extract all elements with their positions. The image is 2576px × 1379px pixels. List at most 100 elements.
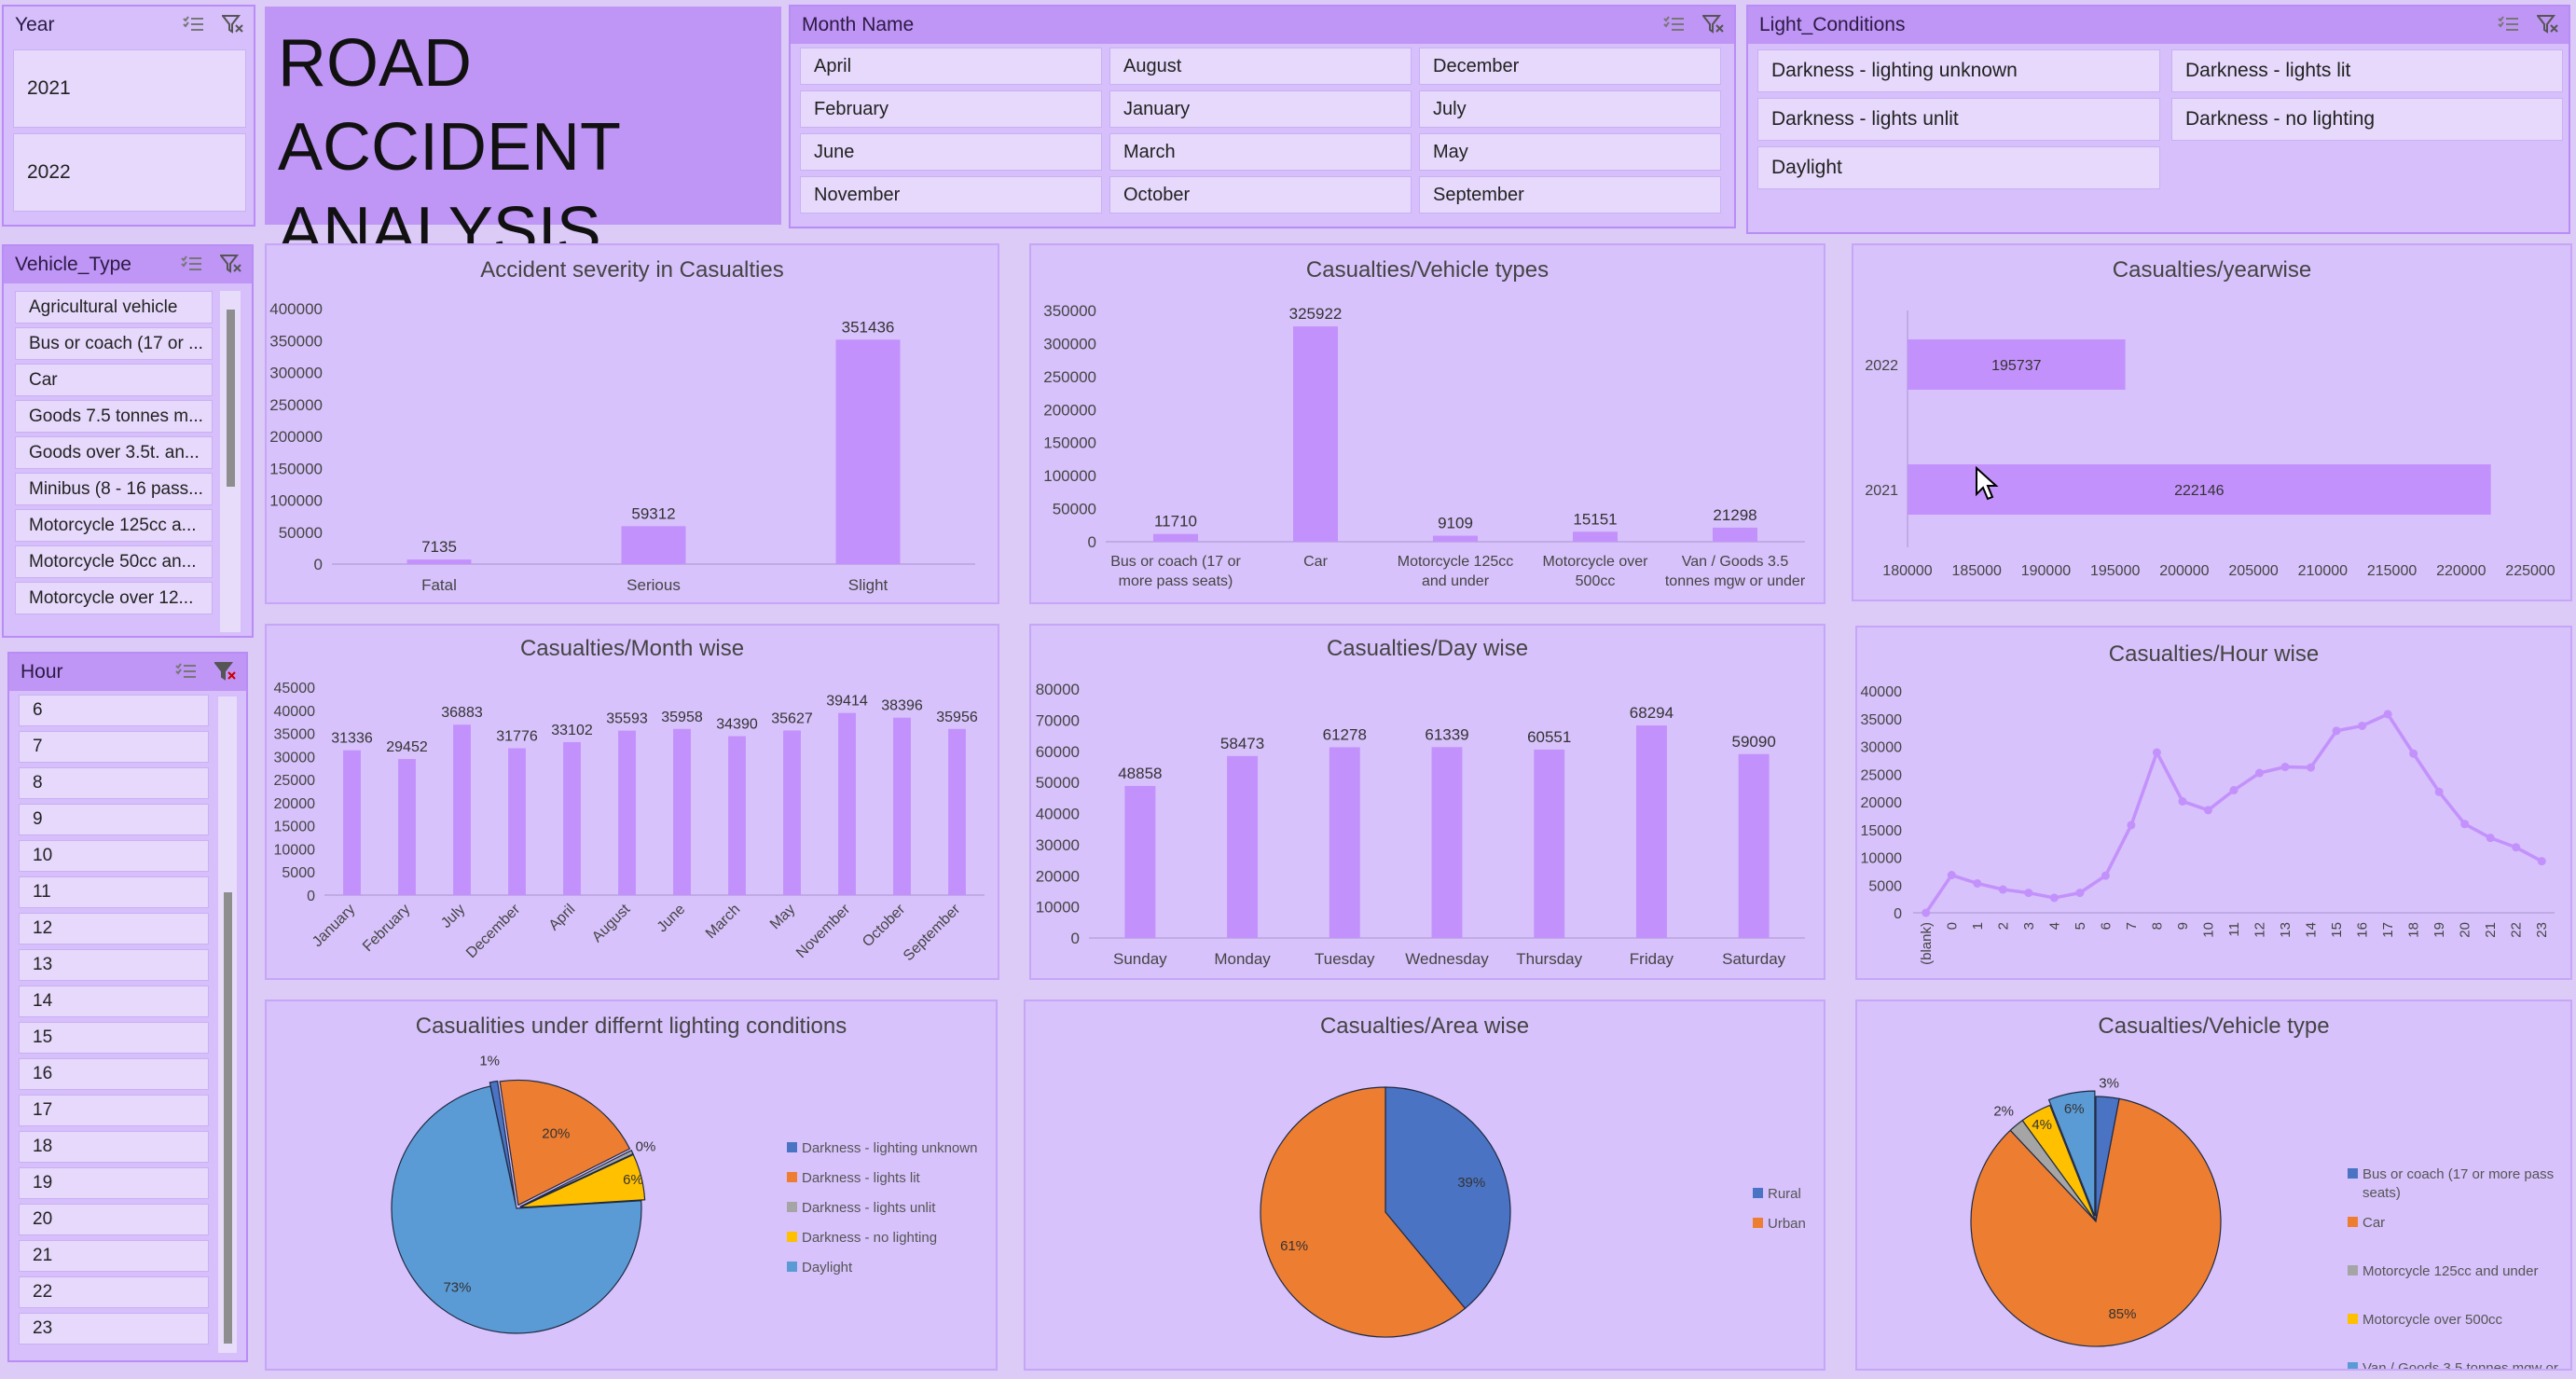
data-label: 31776 <box>496 729 538 745</box>
vehicle-item-7[interactable]: Motorcycle 50cc an... <box>15 545 213 578</box>
multi-select-icon[interactable] <box>181 254 203 274</box>
bar-fatal <box>406 559 472 564</box>
point-hour-16 <box>2358 721 2367 730</box>
hour-item-13[interactable]: 13 <box>19 949 209 981</box>
clear-filter-icon[interactable] <box>218 254 242 274</box>
year-item-2021[interactable]: 2021 <box>13 49 246 128</box>
point-hour-8 <box>2152 748 2161 757</box>
clear-filter-icon[interactable] <box>1701 14 1725 34</box>
chart-vehicle-types-panel: Casualties/Vehicle types 350000 300000 2500… <box>1029 243 1825 604</box>
month-item-june[interactable]: June <box>800 133 1102 171</box>
hour-item-20[interactable]: 20 <box>19 1204 209 1235</box>
vehicle-item-5[interactable]: Minibus (8 - 16 pass... <box>15 473 213 505</box>
month-item-december[interactable]: December <box>1419 48 1721 85</box>
light-conditions-slicer[interactable]: Light_Conditions Darkness - lighting unk… <box>1746 5 2570 234</box>
vehicle-item-2[interactable]: Car <box>15 364 213 396</box>
hour-item-14[interactable]: 14 <box>19 986 209 1017</box>
vehicle-item-1[interactable]: Bus or coach (17 or ... <box>15 327 213 360</box>
clear-filter-icon[interactable] <box>220 14 244 34</box>
hour-item-22[interactable]: 22 <box>19 1276 209 1308</box>
month-item-january[interactable]: January <box>1109 90 1412 128</box>
point-hour-2 <box>1998 885 2007 894</box>
x-tick-label: Sunday <box>1113 950 1167 968</box>
year-slicer[interactable]: Year 2021 2022 <box>2 5 255 227</box>
y-tick-label: 0 <box>314 556 323 573</box>
vehicle-item-3[interactable]: Goods 7.5 tonnes m... <box>15 400 213 433</box>
month-slicer-title: Month Name <box>802 14 915 35</box>
hour-item-6[interactable]: 6 <box>19 695 209 726</box>
hour-item-19[interactable]: 19 <box>19 1167 209 1199</box>
hour-item-12[interactable]: 12 <box>19 913 209 945</box>
vehicle-item-8[interactable]: Motorcycle over 12... <box>15 582 213 614</box>
x-tick-label: 22 <box>2509 922 2525 938</box>
month-item-may[interactable]: May <box>1419 133 1721 171</box>
month-item-july[interactable]: July <box>1419 90 1721 128</box>
y-tick-label: 30000 <box>1036 836 1080 854</box>
vehicle-slicer-scroll-thumb[interactable] <box>227 310 235 487</box>
month-item-february[interactable]: February <box>800 90 1102 128</box>
hour-item-10[interactable]: 10 <box>19 840 209 872</box>
data-label: 7135 <box>421 538 457 556</box>
y-tick-label: 25000 <box>1861 767 1903 783</box>
hour-item-21[interactable]: 21 <box>19 1240 209 1272</box>
x-tick-label: Car <box>1303 554 1328 570</box>
data-label: 0% <box>636 1139 656 1155</box>
x-tick-label: 215000 <box>2367 563 2417 579</box>
multi-select-icon[interactable] <box>1663 14 1686 34</box>
month-item-september[interactable]: September <box>1419 176 1721 214</box>
hour-slicer-scroll-thumb[interactable] <box>224 892 232 1344</box>
multi-select-icon[interactable] <box>183 14 205 34</box>
bar-december <box>508 748 526 895</box>
hour-item-8[interactable]: 8 <box>19 767 209 799</box>
bar-april <box>563 741 581 895</box>
chart-yearwise-panel: Casualties/yearwise 180000 185000 190000 195… <box>1852 243 2572 601</box>
light-item-lights-unlit[interactable]: Darkness - lights unlit <box>1757 98 2160 141</box>
y-tick-label: 35000 <box>274 727 316 743</box>
hour-item-17[interactable]: 17 <box>19 1095 209 1126</box>
month-item-october[interactable]: October <box>1109 176 1412 214</box>
hour-item-16[interactable]: 16 <box>19 1058 209 1090</box>
light-item-no-lighting[interactable]: Darkness - no lighting <box>2171 98 2563 141</box>
hour-item-7[interactable]: 7 <box>19 731 209 763</box>
vehicle-item-0[interactable]: Agricultural vehicle <box>15 291 213 324</box>
data-label: 48858 <box>1118 765 1162 782</box>
x-tick-label: July <box>438 902 468 931</box>
year-item-2022[interactable]: 2022 <box>13 133 246 212</box>
x-tick-label: Slight <box>848 576 889 594</box>
hour-item-11[interactable]: 11 <box>19 876 209 908</box>
hour-item-18[interactable]: 18 <box>19 1131 209 1163</box>
month-item-august[interactable]: August <box>1109 48 1412 85</box>
light-item-daylight[interactable]: Daylight <box>1757 146 2160 189</box>
filtered-clear-icon[interactable] <box>213 661 237 682</box>
month-slicer[interactable]: Month Name April August December February Ja… <box>789 5 1736 228</box>
hour-item-23[interactable]: 23 <box>19 1313 209 1345</box>
year-slicer-header: Year <box>4 7 254 44</box>
y-tick-label: 50000 <box>279 524 323 542</box>
month-item-april[interactable]: April <box>800 48 1102 85</box>
month-item-march[interactable]: March <box>1109 133 1412 171</box>
hour-slicer-scrollbar[interactable] <box>218 696 237 1353</box>
vehicle-type-slicer[interactable]: Vehicle_Type Agricultural vehicle Bus or … <box>2 244 254 638</box>
y-tick-label: 100000 <box>1043 467 1096 485</box>
x-tick-label: October <box>860 901 909 950</box>
light-slicer-title: Light_Conditions <box>1759 14 1906 35</box>
vehicle-item-4[interactable]: Goods over 3.5t. an... <box>15 436 213 469</box>
bar-friday <box>1635 725 1667 938</box>
light-item-lighting-unknown[interactable]: Darkness - lighting unknown <box>1757 49 2160 92</box>
hour-item-9[interactable]: 9 <box>19 804 209 835</box>
hour-slicer[interactable]: Hour 6 7 8 9 10 11 12 13 14 15 16 17 18 19 20 21 22 23 <box>7 652 248 1362</box>
point-hour-15 <box>2332 726 2341 736</box>
multi-select-icon[interactable] <box>2498 14 2520 34</box>
chart-severity-panel: Accident severity in Casualties 400000 350… <box>265 243 999 604</box>
clear-filter-icon[interactable] <box>2535 14 2559 34</box>
y-tick-label: 10000 <box>274 842 316 858</box>
multi-select-icon[interactable] <box>175 661 198 682</box>
vehicle-slicer-scrollbar[interactable] <box>220 291 241 632</box>
hour-item-15[interactable]: 15 <box>19 1022 209 1054</box>
point-hour-5 <box>2075 889 2085 898</box>
x-tick-label: Wednesday <box>1405 950 1489 968</box>
month-item-november[interactable]: November <box>800 176 1102 214</box>
vehicle-item-6[interactable]: Motorcycle 125cc a... <box>15 509 213 542</box>
chart-vehicle-pie-panel: Casualties/Vehicle type 3% 85% 2% 4% 6% Bus or… <box>1855 1000 2572 1376</box>
light-item-lights-lit[interactable]: Darkness - lights lit <box>2171 49 2563 92</box>
